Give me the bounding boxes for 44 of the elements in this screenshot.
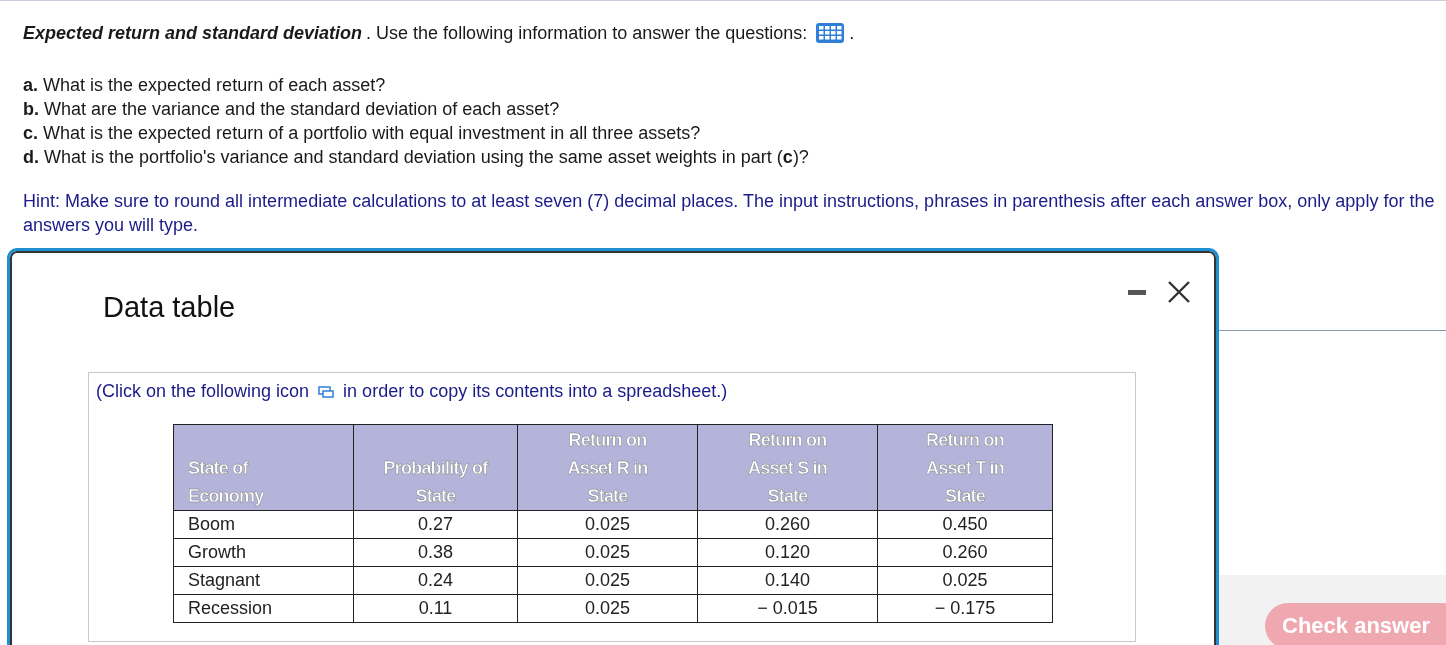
- table-cell: − 0.015: [697, 594, 878, 623]
- table-cell: Growth: [173, 538, 354, 567]
- table-cell: 0.27: [353, 510, 518, 539]
- table-cell: Boom: [173, 510, 354, 539]
- table-cell: Stagnant: [173, 566, 354, 595]
- table-cell: 0.025: [517, 566, 698, 595]
- check-answer-button[interactable]: Check answer: [1265, 603, 1446, 645]
- close-button[interactable]: [1166, 279, 1192, 305]
- copy-note: (Click on the following icon: [96, 381, 310, 402]
- table-grid-icon: [815, 22, 846, 44]
- question-part: a. What is the expected return of each asset?: [23, 74, 387, 97]
- table-cell: 0.38: [353, 538, 518, 567]
- minimize-icon: [1128, 289, 1146, 295]
- question-part: b. What are the variance and the standard deviation of each asset?: [23, 98, 561, 121]
- table-cell: Recession: [173, 594, 354, 623]
- column-header: Probability of State: [353, 424, 518, 511]
- question-part: c. What is the expected return of a portfolio with equal investment in all three assets?: [23, 122, 702, 145]
- column-header: State of Economy: [173, 424, 354, 511]
- copy-icon[interactable]: [318, 385, 335, 398]
- table-cell: 0.120: [697, 538, 878, 567]
- table-cell: 0.260: [697, 510, 878, 539]
- hint-text: Hint: Make sure to round all intermediate calculations to at least seven (7) decimal places. The input instructions, phrases in parenthesis after each answer box, only apply for the answers you will type.: [23, 190, 1436, 237]
- column-header: Return on Asset S in State: [697, 424, 878, 511]
- question-title: Expected return and standard deviation: [23, 22, 363, 45]
- table-cell: 0.025: [877, 566, 1053, 595]
- table-cell: 0.025: [517, 538, 698, 567]
- data-table-button[interactable]: [815, 22, 846, 44]
- table-cell: 0.140: [697, 566, 878, 595]
- dialog-title: Data table: [103, 291, 236, 324]
- table-cell: 0.025: [517, 594, 698, 623]
- column-header: Return on Asset R in State: [517, 424, 698, 511]
- question-part: d. What is the portfolio's variance and standard deviation using the same asset weights in part (c)?: [23, 146, 810, 169]
- table-cell: 0.11: [353, 594, 518, 623]
- column-header: Return on Asset T in State: [877, 424, 1053, 511]
- table-cell: 0.260: [877, 538, 1053, 567]
- period-text: .: [849, 22, 855, 45]
- table-cell: 0.025: [517, 510, 698, 539]
- question-intro: . Use the following information to answer the questions:: [366, 22, 808, 45]
- copy-note: in order to copy its contents into a spreadsheet.): [343, 381, 728, 402]
- table-cell: − 0.175: [877, 594, 1053, 623]
- minimize-button[interactable]: [1128, 289, 1146, 295]
- close-icon: [1166, 279, 1192, 305]
- table-cell: 0.24: [353, 566, 518, 595]
- table-cell: 0.450: [877, 510, 1053, 539]
